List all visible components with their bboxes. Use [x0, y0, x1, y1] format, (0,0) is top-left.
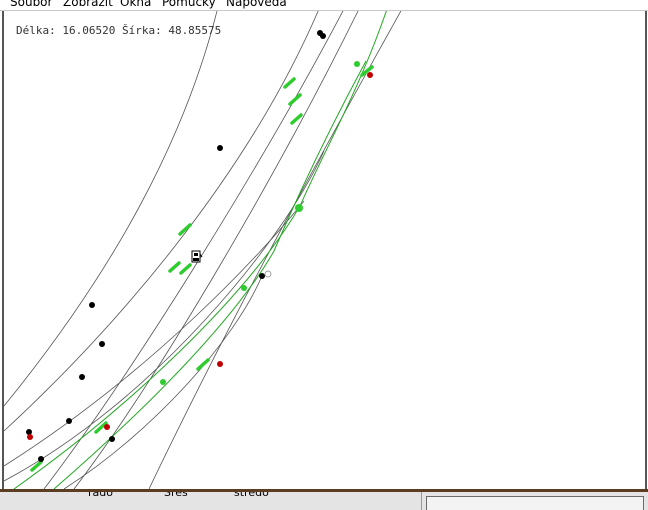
route-line — [53, 60, 367, 489]
route-segment-marker — [288, 93, 302, 106]
map-node-green — [354, 61, 360, 67]
road-line — [4, 150, 325, 482]
map-view[interactable]: Délka: 16.06520 Šírka: 48.85575 — [2, 11, 647, 489]
map-node-green — [295, 204, 303, 212]
status-field-3: stredo — [234, 489, 269, 499]
map-node-red — [27, 434, 33, 440]
map-node — [109, 436, 115, 442]
route-segment-marker — [179, 263, 192, 275]
menu-napoveda[interactable]: Nápověda — [226, 0, 287, 9]
menu-soubor[interactable]: Soubor — [10, 0, 52, 9]
route-lines — [13, 11, 387, 489]
map-node — [66, 418, 72, 424]
road-line — [4, 11, 319, 432]
map-node — [89, 302, 95, 308]
status-separator — [421, 492, 422, 510]
route-segment-marker — [30, 460, 43, 472]
map-node — [38, 456, 44, 462]
status-panel-left: rado Sres stredo — [0, 492, 420, 510]
route-segment-marker — [283, 77, 296, 89]
coordinate-readout: Délka: 16.06520 Šírka: 48.85575 — [16, 24, 222, 37]
route-segment-marker — [168, 261, 181, 273]
menu-okna[interactable]: Okna — [120, 0, 151, 9]
map-node — [217, 145, 223, 151]
map-node-red — [367, 72, 373, 78]
map-canvas[interactable] — [4, 11, 645, 489]
status-field-1: rado — [88, 489, 113, 499]
route-segments — [30, 65, 374, 472]
map-node-green — [241, 285, 247, 291]
map-node — [259, 273, 265, 279]
route-segment-marker — [196, 358, 210, 371]
road-lines — [4, 11, 402, 489]
road-line — [43, 11, 344, 489]
status-panel-right — [426, 496, 644, 510]
road-line — [4, 200, 305, 467]
map-node-red — [217, 361, 223, 367]
map-node-red — [104, 424, 110, 430]
map-node — [79, 374, 85, 380]
road-line — [73, 11, 359, 489]
fuel-station-icon — [191, 250, 203, 263]
status-field-2: Sres — [164, 489, 188, 499]
map-node — [320, 33, 326, 39]
map-node-open — [264, 270, 272, 278]
menu-zobrazit[interactable]: Zobrazit — [63, 0, 113, 9]
nodes — [26, 30, 373, 462]
route-segment-marker — [290, 113, 303, 125]
map-node-green — [160, 379, 166, 385]
road-line — [148, 11, 402, 489]
map-node — [26, 429, 32, 435]
route-line — [13, 11, 387, 489]
menu-bar: Soubor Zobrazit Okna Pomůcky Nápověda — [0, 0, 648, 11]
menu-pomucky[interactable]: Pomůcky — [162, 0, 216, 9]
map-node — [99, 341, 105, 347]
